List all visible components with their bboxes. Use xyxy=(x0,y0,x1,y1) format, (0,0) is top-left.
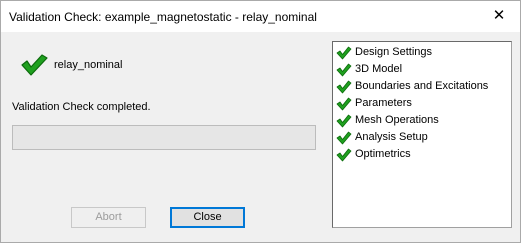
dialog-title: Validation Check: example_magnetostatic … xyxy=(9,10,317,24)
list-item: Parameters xyxy=(333,96,511,113)
list-item: 3D Model xyxy=(333,62,511,79)
list-item-label: Mesh Operations xyxy=(355,114,439,126)
green-check-icon xyxy=(336,97,352,111)
list-item-label: Design Settings xyxy=(355,46,433,58)
list-item-label: Optimetrics xyxy=(355,148,411,160)
green-check-icon xyxy=(336,46,352,60)
list-item-label: Boundaries and Excitations xyxy=(355,80,489,92)
progress-bar xyxy=(12,125,316,150)
green-check-icon xyxy=(20,53,48,80)
green-check-icon xyxy=(336,80,352,94)
green-check-icon xyxy=(336,148,352,162)
green-check-icon xyxy=(336,131,352,145)
green-check-icon xyxy=(336,114,352,128)
title-bar[interactable]: Validation Check: example_magnetostatic … xyxy=(1,1,520,32)
green-check-icon xyxy=(336,63,352,77)
project-name-label: relay_nominal xyxy=(54,59,123,71)
status-message: Validation Check completed. xyxy=(12,101,151,113)
list-item-label: Parameters xyxy=(355,97,412,109)
list-item: Mesh Operations xyxy=(333,113,511,130)
close-window-button[interactable]: ✕ xyxy=(484,2,514,30)
close-button[interactable]: Close xyxy=(170,207,245,228)
list-item-label: 3D Model xyxy=(355,63,403,75)
list-item: Analysis Setup xyxy=(333,130,511,147)
list-item-label: Analysis Setup xyxy=(355,131,428,143)
abort-button[interactable]: Abort xyxy=(71,207,146,228)
validation-check-dialog: Validation Check: example_magnetostatic … xyxy=(0,0,521,243)
list-item: Boundaries and Excitations xyxy=(333,79,511,96)
validation-checks-list[interactable]: Design Settings 3D Model Boundaries and … xyxy=(332,41,512,228)
list-item: Design Settings xyxy=(333,45,511,62)
list-item: Optimetrics xyxy=(333,147,511,164)
